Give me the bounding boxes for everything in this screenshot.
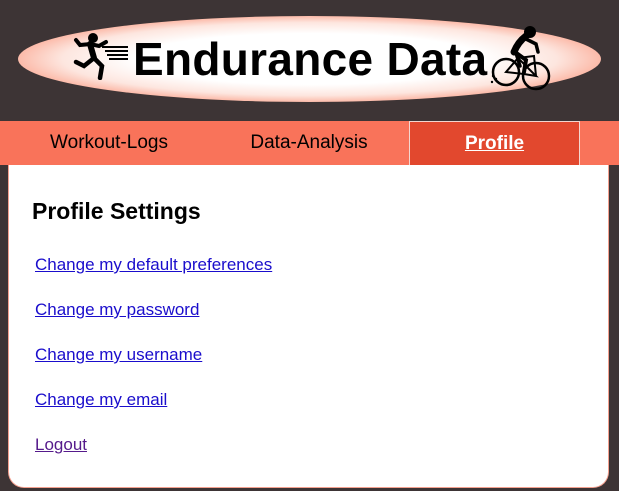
change-username-link[interactable]: Change my username — [35, 345, 202, 365]
running-man-icon — [73, 33, 128, 80]
tab-data-analysis[interactable]: Data-Analysis — [210, 121, 408, 165]
site-title: Endurance Data — [133, 33, 488, 85]
main-nav: Workout-Logs Data-Analysis Profile — [0, 121, 619, 165]
change-default-preferences-link[interactable]: Change my default preferences — [35, 255, 272, 275]
page-title: Profile Settings — [32, 198, 201, 224]
profile-settings-panel: Profile Settings Change my default prefe… — [8, 165, 609, 488]
logout-link[interactable]: Logout — [35, 435, 87, 455]
change-email-link[interactable]: Change my email — [35, 390, 167, 410]
tab-profile[interactable]: Profile — [409, 121, 580, 165]
cyclist-icon — [490, 26, 551, 91]
site-header: Endurance Data — [0, 0, 619, 121]
change-password-link[interactable]: Change my password — [35, 300, 199, 320]
tab-workout-logs[interactable]: Workout-Logs — [18, 121, 200, 165]
